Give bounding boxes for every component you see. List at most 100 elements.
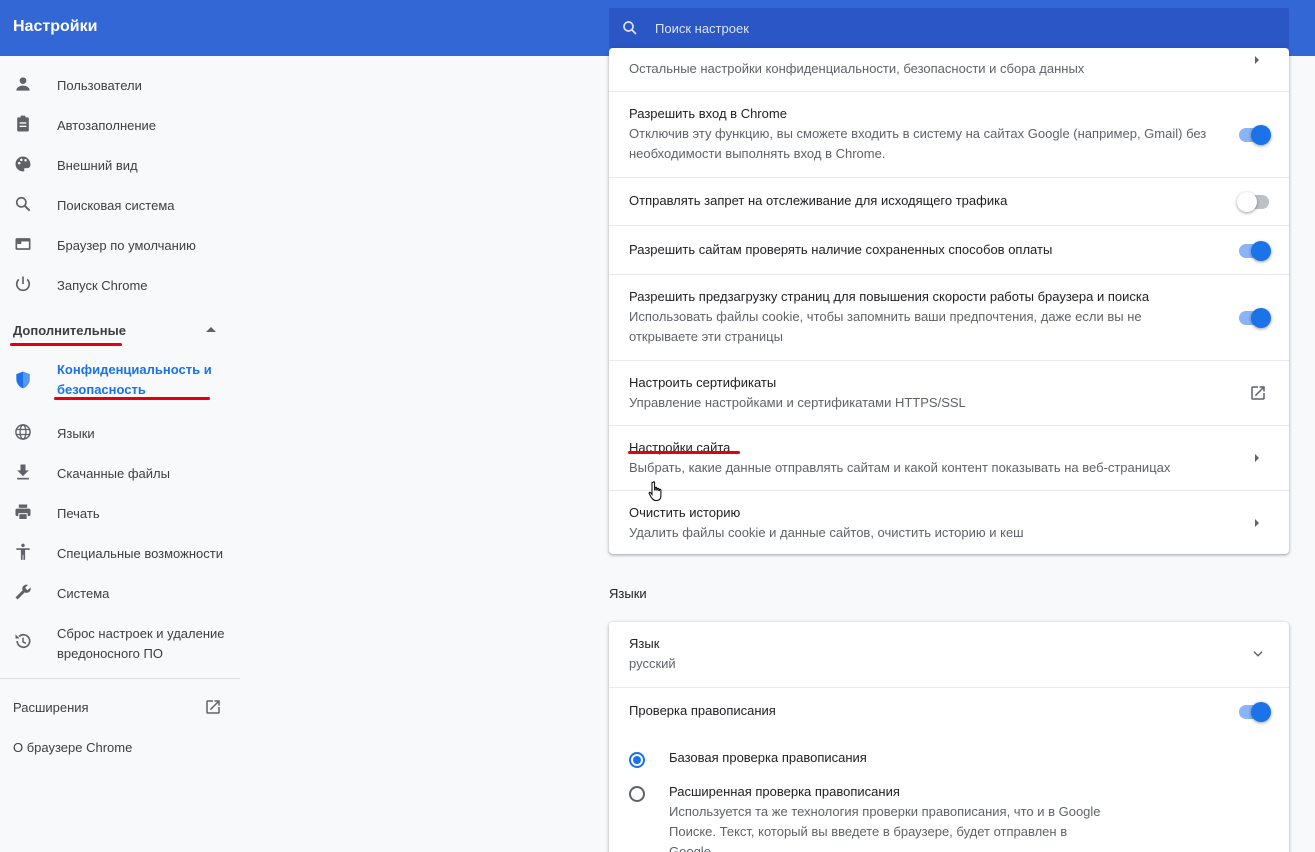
toggle-knob (1251, 308, 1271, 328)
manage-certificates-row[interactable]: Настроить сертификаты Управление настрой… (609, 360, 1289, 425)
payment-methods-row[interactable]: Разрешить сайтам проверять наличие сохра… (609, 225, 1289, 274)
hand-cursor-icon (648, 481, 662, 501)
sidebar-item-label: Запуск Chrome (57, 278, 148, 293)
annotation-underline (628, 451, 740, 454)
row-title: Проверка правописания (629, 703, 776, 718)
row-description: Остальные настройки конфиденциальности, … (629, 61, 1085, 76)
spellcheck-row[interactable]: Проверка правописания (609, 687, 1289, 735)
annotation-underline (54, 397, 210, 400)
sidebar-item-accessibility[interactable]: Специальные возможности (0, 531, 240, 571)
row-title: Настроить сертификаты (629, 375, 777, 390)
sidebar-item-printing[interactable]: Печать (0, 491, 240, 531)
download-icon (17, 464, 29, 480)
preload-pages-toggle[interactable] (1239, 308, 1271, 328)
chevron-right-icon (1255, 519, 1259, 527)
sidebar-item-reset[interactable]: Сброс настроек и удаление вредоносного П… (0, 618, 240, 664)
page-title: Настройки (13, 18, 98, 35)
languages-card: Язык русский Проверка правописания Базов… (609, 622, 1289, 852)
allow-chrome-signin-toggle[interactable] (1239, 125, 1271, 145)
about-label: О браузере Chrome (13, 740, 133, 755)
sidebar-item-on-startup[interactable]: Запуск Chrome (0, 263, 240, 303)
power-icon (15, 276, 31, 292)
chevron-down-icon (1253, 651, 1263, 657)
sidebar-item-search-engine[interactable]: Поисковая система (0, 183, 240, 223)
sidebar: Пользователи Автозаполнение Внешний вид … (0, 56, 240, 852)
spellcheck-toggle[interactable] (1239, 702, 1271, 722)
sidebar-item-label: Поисковая система (57, 198, 175, 213)
row-title: Язык (629, 636, 660, 651)
sidebar-item-autofill[interactable]: Автозаполнение (0, 103, 240, 143)
row-description: Использовать файлы cookie, чтобы запомни… (629, 309, 1142, 344)
sidebar-item-label: Система (57, 586, 110, 601)
languages-section-title: Языки (609, 586, 647, 601)
do-not-track-toggle[interactable] (1237, 192, 1269, 212)
open-external-icon[interactable] (1249, 384, 1267, 402)
sidebar-item-label: Внешний вид (57, 158, 138, 173)
sidebar-item-default-browser[interactable]: Браузер по умолчанию (0, 223, 240, 263)
sidebar-item-label: Автозаполнение (57, 118, 157, 133)
privacy-card: Остальные настройки конфиденциальности, … (609, 48, 1289, 554)
sidebar-item-label: Сброс настроек и удаление вредоносного П… (57, 626, 225, 661)
sidebar-item-label: Конфиденциальность и безопасность (57, 362, 212, 397)
toggle-knob (1251, 702, 1271, 722)
row-title: Настройки сайта (629, 440, 731, 455)
sidebar-item-system[interactable]: Система (0, 571, 240, 611)
search-icon (15, 196, 31, 212)
chevron-right-icon (1255, 56, 1259, 64)
language-row[interactable]: Язык русский (609, 622, 1289, 687)
row-title: Разрешить вход в Chrome (629, 106, 787, 121)
basic-spellcheck-label: Базовая проверка правописания (669, 750, 867, 765)
person-icon (16, 77, 30, 91)
palette-icon (15, 156, 31, 172)
sidebar-item-label: Браузер по умолчанию (57, 238, 196, 253)
sidebar-item-downloads[interactable]: Скачанные файлы (0, 451, 240, 491)
row-title: Разрешить предзагрузку страниц для повыш… (629, 289, 1150, 304)
accessibility-icon (16, 543, 30, 560)
restore-icon (15, 633, 31, 649)
row-title: Отправлять запрет на отслеживание для ис… (629, 193, 1008, 208)
payment-methods-toggle[interactable] (1239, 241, 1271, 261)
sidebar-about-link[interactable]: О браузере Chrome (0, 730, 240, 766)
do-not-track-row[interactable]: Отправлять запрет на отслеживание для ис… (609, 177, 1289, 225)
row-description: Управление настройками и сертификатами H… (629, 395, 966, 410)
language-value: русский (629, 656, 676, 671)
preload-pages-row[interactable]: Разрешить предзагрузку страниц для повыш… (609, 274, 1289, 360)
clear-history-row[interactable]: Очистить историю Удалить файлы cookie и … (609, 490, 1289, 554)
sidebar-item-languages[interactable]: Языки (0, 411, 240, 451)
sidebar-item-label: Печать (57, 506, 100, 521)
sidebar-item-label: Скачанные файлы (57, 466, 170, 481)
sidebar-item-users[interactable]: Пользователи (0, 63, 240, 103)
sidebar-extensions-link[interactable]: Расширения (0, 690, 240, 726)
search-input[interactable] (655, 8, 1255, 48)
sidebar-item-label: Языки (57, 426, 95, 441)
enhanced-spellcheck-description: Используется та же технология проверки п… (669, 804, 1101, 852)
shield-icon (16, 371, 30, 389)
site-settings-row[interactable]: Настройки сайта Выбрать, какие данные от… (609, 425, 1289, 490)
spellcheck-options: Базовая проверка правописания Расширенна… (609, 735, 1289, 852)
sidebar-item-appearance[interactable]: Внешний вид (0, 143, 240, 183)
privacy-more-row[interactable]: Остальные настройки конфиденциальности, … (609, 48, 1289, 91)
row-title: Очистить историю (629, 505, 741, 520)
row-description: Отключив эту функцию, вы сможете входить… (629, 126, 1207, 161)
extensions-label: Расширения (13, 700, 89, 715)
enhanced-spellcheck-radio[interactable] (629, 786, 645, 802)
search-box[interactable] (609, 8, 1289, 48)
basic-spellcheck-radio[interactable] (629, 752, 645, 768)
allow-chrome-signin-row[interactable]: Разрешить вход в Chrome Отключив эту фун… (609, 91, 1289, 177)
annotation-underline (10, 343, 122, 346)
printer-icon (15, 504, 31, 520)
sidebar-item-label: Пользователи (57, 78, 142, 93)
sidebar-divider (0, 678, 240, 679)
search-icon (623, 21, 637, 35)
clipboard-icon (17, 115, 29, 132)
chevron-up-icon (206, 327, 216, 332)
globe-icon (15, 424, 31, 440)
chevron-right-icon (1255, 454, 1259, 462)
toggle-knob (1251, 125, 1271, 145)
browser-icon (15, 238, 31, 250)
toggle-knob (1251, 241, 1271, 261)
row-description: Выбрать, какие данные отправлять сайтам … (629, 460, 1171, 475)
sidebar-item-label: Специальные возможности (57, 546, 223, 561)
row-description: Удалить файлы cookie и данные сайтов, оч… (629, 525, 1024, 540)
wrench-icon (15, 584, 31, 600)
